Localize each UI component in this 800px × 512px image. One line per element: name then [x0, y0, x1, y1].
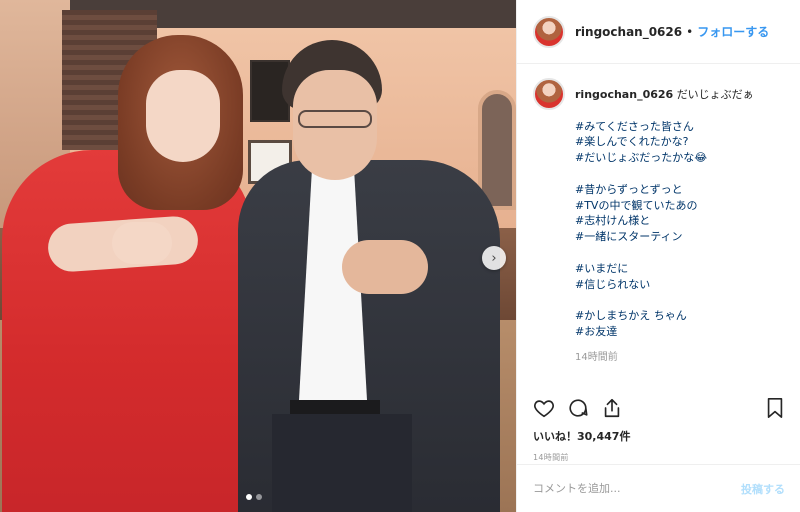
- likes-count[interactable]: いいね！30,447件: [533, 428, 785, 444]
- hashtag-link[interactable]: #お友達: [575, 324, 754, 340]
- carousel-dot-active: [246, 494, 252, 500]
- caption-timestamp: 14時間前: [575, 351, 618, 363]
- header-separator: •: [686, 24, 694, 39]
- post-side-panel: ringochan_0626 • フォローする ringochan_0626 だ…: [516, 0, 800, 512]
- follow-button[interactable]: フォローする: [697, 23, 769, 40]
- post-header: ringochan_0626 • フォローする: [517, 0, 800, 64]
- hashtag-link[interactable]: #いまだに: [575, 261, 754, 277]
- hashtag-link[interactable]: #信じられない: [575, 277, 754, 293]
- caption-username[interactable]: ringochan_0626: [575, 88, 673, 101]
- caption-body: ringochan_0626 だいじょぶだぁ #みてくださった皆さん #楽しんで…: [575, 78, 754, 366]
- man-glasses: [298, 110, 372, 128]
- comment-input[interactable]: [533, 482, 741, 495]
- hashtag-link[interactable]: #昔からずっとずっと: [575, 182, 754, 198]
- carousel-dots: [246, 494, 262, 500]
- comment-icon[interactable]: [567, 397, 589, 419]
- hashtag-link[interactable]: #だいじょぶだったかな😂: [575, 150, 754, 166]
- caption-avatar[interactable]: [533, 78, 565, 110]
- carousel-next-button[interactable]: ›: [482, 246, 506, 270]
- hashtag-link[interactable]: #一緒にスターティン: [575, 229, 754, 245]
- hashtag-link[interactable]: #TVの中で観ていたあの: [575, 198, 754, 214]
- share-icon[interactable]: [601, 397, 623, 419]
- post-timestamp[interactable]: 14時間前: [533, 452, 785, 463]
- hashtag-link[interactable]: #楽しんでくれたかな?: [575, 134, 754, 150]
- post-photo[interactable]: ›: [0, 0, 516, 512]
- heart-icon[interactable]: [533, 397, 555, 419]
- hashtag-link[interactable]: #志村けん様と: [575, 213, 754, 229]
- carousel-dot: [256, 494, 262, 500]
- man-pants: [272, 414, 412, 512]
- header-username[interactable]: ringochan_0626: [575, 25, 682, 39]
- hashtag-link[interactable]: #かしまちかえ ちゃん: [575, 308, 754, 324]
- post-comment-button[interactable]: 投稿する: [741, 481, 785, 497]
- comment-bar: 投稿する: [517, 464, 800, 512]
- woman-face: [146, 70, 220, 162]
- hashtag-link[interactable]: #みてくださった皆さん: [575, 119, 754, 135]
- caption-first-line: だいじょぶだぁ: [676, 88, 754, 101]
- caption-area: ringochan_0626 だいじょぶだぁ #みてくださった皆さん #楽しんで…: [517, 64, 800, 394]
- woman-pointing-hand: [112, 222, 172, 264]
- bookmark-icon[interactable]: [765, 397, 785, 419]
- man-pointing-hand: [342, 240, 428, 294]
- chevron-right-icon: ›: [491, 250, 497, 266]
- avatar[interactable]: [533, 15, 565, 48]
- post-actions: いいね！30,447件 14時間前: [517, 394, 800, 463]
